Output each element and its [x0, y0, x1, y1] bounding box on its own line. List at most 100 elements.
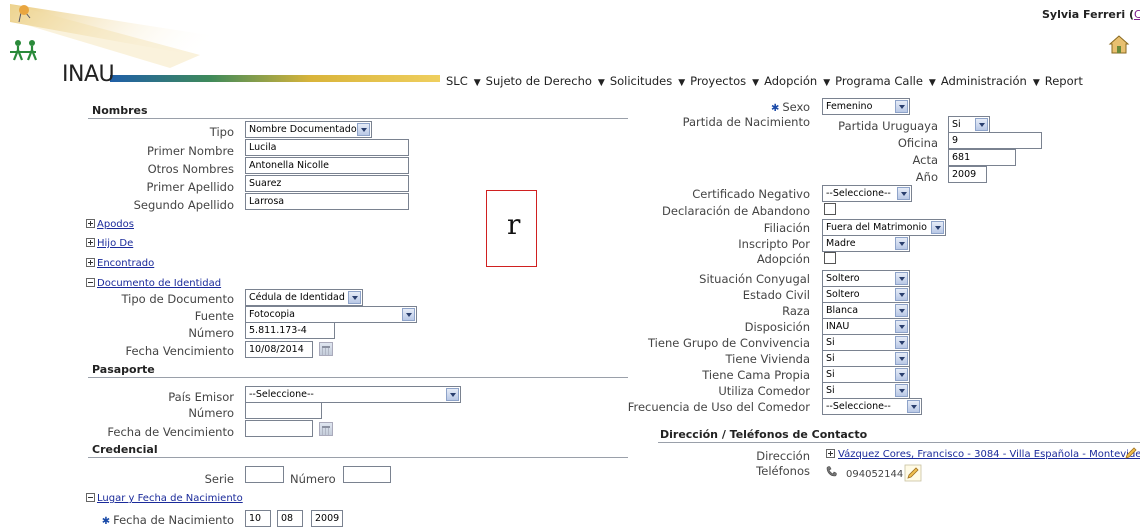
serie-input[interactable] [245, 466, 284, 483]
situacion-label: Situación Conyugal [699, 272, 810, 286]
calendar-icon[interactable] [319, 422, 333, 436]
anio-label: Año [915, 170, 938, 184]
menu-item[interactable]: SLC [446, 74, 468, 88]
expand-icon[interactable] [86, 258, 95, 267]
chevron-down-icon [895, 336, 908, 349]
serie-label: Serie [204, 472, 234, 486]
raza-label: Raza [782, 304, 810, 318]
nacimiento-dia-input[interactable]: 10 [245, 510, 271, 527]
expand-icon[interactable] [86, 238, 95, 247]
divider [88, 377, 628, 378]
menu-item[interactable]: Proyectos [690, 74, 746, 88]
user-session-link[interactable]: Ce [1134, 8, 1140, 21]
annotation-text: r [507, 208, 521, 241]
frecuencia-value: --Seleccione-- [826, 401, 891, 412]
pais-emisor-select[interactable]: --Seleccione-- [245, 386, 461, 403]
collapse-icon[interactable] [86, 278, 95, 287]
chevron-down-icon [895, 352, 908, 365]
disposicion-select[interactable]: INAU [822, 318, 910, 335]
comedor-value: Si [826, 385, 835, 396]
acta-input[interactable]: 681 [948, 149, 1016, 166]
tipo-documento-select[interactable]: Cédula de Identidad [245, 289, 363, 306]
cama-propia-label: Tiene Cama Propia [702, 368, 810, 382]
menu-dropdown-arrow-icon: ▼ [752, 78, 760, 88]
filiacion-value: Fuera del Matrimonio [826, 222, 927, 233]
chevron-down-icon [931, 221, 944, 234]
menu-item[interactable]: Sujeto de Derecho [486, 74, 592, 88]
vivienda-value: Si [826, 353, 835, 364]
menu-item[interactable]: Administración [941, 74, 1027, 88]
apodos-link[interactable]: Apodos [97, 219, 134, 230]
segundo-apellido-input[interactable]: Larrosa [245, 193, 409, 210]
pasaporte-fecha-input[interactable] [245, 420, 313, 437]
frecuencia-label: Frecuencia de Uso del Comedor [627, 400, 810, 414]
primer-apellido-input[interactable]: Suarez [245, 175, 409, 192]
nacimiento-anio-input[interactable]: 2009 [311, 510, 343, 527]
credencial-numero-input[interactable] [343, 466, 391, 483]
expand-icon[interactable] [86, 219, 95, 228]
hijo-de-link[interactable]: Hijo De [97, 238, 133, 249]
fuente-select[interactable]: Fotocopia [245, 306, 417, 323]
menu-dropdown-arrow-icon: ▼ [928, 78, 936, 88]
declaracion-checkbox[interactable] [824, 203, 836, 215]
situacion-select[interactable]: Soltero [822, 270, 910, 287]
menu-item[interactable]: Programa Calle [835, 74, 923, 88]
raza-select[interactable]: Blanca [822, 302, 910, 319]
tipo-label: Tipo [209, 125, 234, 139]
sexo-select[interactable]: Femenino [822, 98, 910, 115]
fecha-nacimiento-label: ✱ Fecha de Nacimiento [80, 513, 234, 527]
collapse-icon[interactable] [86, 493, 95, 502]
anio-input[interactable]: 2009 [948, 166, 987, 183]
home-icon[interactable] [1108, 34, 1130, 56]
segundo-apellido-label: Segundo Apellido [133, 198, 234, 212]
situacion-value: Soltero [826, 273, 860, 284]
chevron-down-icon [895, 304, 908, 317]
pasaporte-numero-input[interactable] [245, 402, 322, 419]
declaracion-label: Declaración de Abandono [662, 204, 810, 218]
section-pasaporte: Pasaporte [92, 363, 155, 376]
edit-icon[interactable] [904, 464, 922, 482]
chevron-down-icon [402, 308, 415, 321]
comedor-select[interactable]: Si [822, 382, 910, 399]
inscripto-select[interactable]: Madre [822, 235, 910, 252]
menu-item[interactable]: Report [1045, 74, 1083, 88]
required-icon: ✱ [770, 103, 780, 114]
expand-icon[interactable] [826, 449, 835, 458]
calendar-icon[interactable] [319, 342, 333, 356]
inscripto-label: Inscripto Por [738, 237, 810, 251]
tipo-select[interactable]: Nombre Documentado [245, 121, 372, 138]
otros-nombres-input[interactable]: Antonella Nicolle [245, 157, 409, 174]
vivienda-select[interactable]: Si [822, 350, 910, 367]
documento-identidad-link[interactable]: Documento de Identidad [97, 278, 221, 289]
menu-item[interactable]: Solicitudes [610, 74, 672, 88]
fecha-vencimiento-input[interactable]: 10/08/2014 [245, 341, 313, 358]
certificado-select[interactable]: --Seleccione-- [822, 185, 912, 202]
chevron-down-icon [895, 237, 908, 250]
app-header: INAU Sylvia Ferreri (Ce SLC ▼ Sujeto de De… [0, 0, 1140, 92]
estado-civil-select[interactable]: Soltero [822, 286, 910, 303]
primer-nombre-input[interactable]: Lucila [245, 139, 409, 156]
chevron-down-icon [348, 291, 361, 304]
nacimiento-mes-input[interactable]: 08 [277, 510, 303, 527]
logo-text: INAU [62, 62, 115, 87]
cama-propia-select[interactable]: Si [822, 366, 910, 383]
filiacion-select[interactable]: Fuera del Matrimonio [822, 219, 946, 236]
adopcion-checkbox[interactable] [824, 252, 836, 264]
grupo-convivencia-select[interactable]: Si [822, 334, 910, 351]
tipo-documento-label: Tipo de Documento [121, 292, 234, 306]
numero-documento-input[interactable]: 5.811.173-4 [245, 322, 335, 339]
section-credencial: Credencial [92, 443, 158, 456]
direccion-link[interactable]: Vázquez Cores, Francisco - 3084 - Villa … [838, 449, 1140, 460]
partida-uruguaya-select[interactable]: Si [948, 116, 990, 133]
edit-icon[interactable] [1124, 446, 1138, 460]
estado-civil-value: Soltero [826, 289, 860, 300]
oficina-input[interactable]: 9 [948, 132, 1042, 149]
sexo-label: ✱ Sexo [680, 100, 810, 114]
frecuencia-select[interactable]: --Seleccione-- [822, 398, 922, 415]
inscripto-value: Madre [826, 238, 856, 249]
encontrado-link[interactable]: Encontrado [97, 258, 154, 269]
adopcion-label: Adopción [756, 252, 810, 266]
pais-emisor-label: País Emisor [168, 390, 234, 404]
lugar-fecha-nacimiento-link[interactable]: Lugar y Fecha de Nacimiento [97, 493, 243, 504]
menu-item[interactable]: Adopción [764, 74, 817, 88]
